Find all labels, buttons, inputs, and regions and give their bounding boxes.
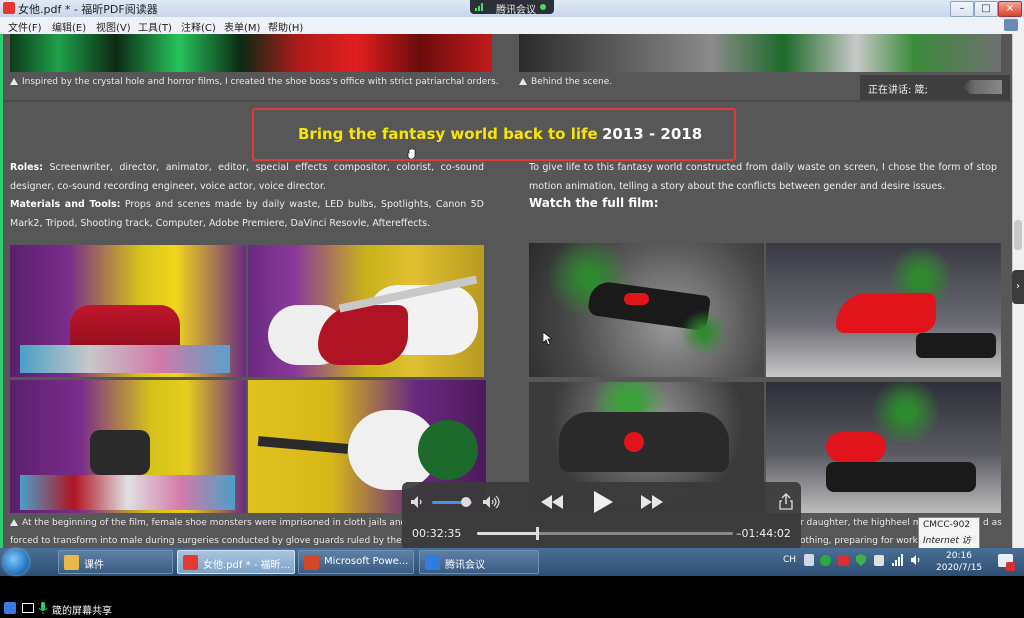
menu-tools[interactable]: 工具(T) [138, 19, 172, 34]
screen-share-label: 箴的屏幕共享 [52, 606, 112, 617]
highheel-photo-4 [766, 382, 1001, 513]
volume-knob[interactable] [461, 497, 471, 507]
highheel-photo-1 [529, 243, 764, 377]
minimize-button[interactable]: – [950, 1, 974, 17]
speaking-chevron-icon [962, 80, 1002, 94]
clock-time: 20:16 [946, 551, 972, 561]
network-signal-icon[interactable] [892, 554, 904, 566]
media-player-overlay: 00:32:35 –01:44:02 [402, 482, 801, 550]
cloth-jail-photo-2 [10, 380, 246, 513]
maximize-button[interactable]: □ [974, 1, 998, 17]
roles-text: Screenwriter, director, animator, editor… [10, 162, 485, 192]
keyboard-tray-icon[interactable] [804, 554, 814, 566]
device-tray-icon[interactable] [874, 555, 884, 566]
year-range: 2013 - 2018 [602, 125, 703, 143]
menu-help[interactable]: 帮助(H) [268, 19, 303, 34]
roles-label: Roles: [10, 162, 43, 173]
menu-view[interactable]: 视图(V) [96, 19, 131, 34]
bottom-right-caption-2: othing, preparing for work. [800, 536, 921, 546]
watch-film-label: Watch the full film: [529, 196, 659, 210]
ribbon-toggle-icon[interactable] [1004, 19, 1018, 31]
network-name: CMCC-902 [923, 520, 971, 530]
clock-date: 2020/7/15 [936, 563, 983, 573]
top-left-caption: Inspired by the crystal hole and horror … [10, 77, 499, 87]
screen-share-bar: 箴的屏幕共享 [0, 598, 1024, 618]
materials-label: Materials and Tools: [10, 199, 121, 210]
microphone-icon[interactable] [38, 601, 48, 615]
window-title: 女他.pdf * - 福昕PDF阅读器 [18, 3, 158, 16]
alert-tray-icon[interactable] [838, 555, 849, 566]
foxit-app-icon [3, 2, 15, 14]
meeting-status-bar[interactable]: 腾讯会议 [470, 0, 554, 16]
user-icon[interactable] [4, 602, 16, 614]
security-tray-icon[interactable] [820, 555, 831, 566]
speaking-label: 正在讲话: 箴; [868, 85, 928, 96]
elapsed-time: 00:32:35 [412, 527, 462, 540]
menu-comment[interactable]: 注释(C) [181, 19, 216, 34]
top-right-caption: Behind the scene. [519, 77, 612, 87]
foxit-icon [183, 555, 198, 570]
bottom-right-caption-1b: d as [983, 518, 1002, 528]
recording-dot-icon [540, 4, 546, 10]
signal-icon [475, 3, 485, 11]
bottom-left-caption-1: At the beginning of the film, female sho… [10, 518, 406, 528]
fast-forward-icon[interactable] [640, 494, 664, 510]
taskbar-item-powerpoint[interactable]: Microsoft Powe... [298, 550, 414, 574]
network-tooltip: CMCC-902 Internet 访问 [918, 517, 980, 559]
taskbar-item-tencent-meeting[interactable]: 腾讯会议 [419, 550, 539, 574]
cloth-jail-photo-1 [10, 245, 246, 377]
bottom-right-caption-1: r daughter, the highheel m [800, 518, 922, 528]
screen-share-border [0, 34, 3, 548]
menu-file[interactable]: 文件(F) [8, 19, 42, 34]
play-icon[interactable] [592, 490, 614, 514]
start-button[interactable] [3, 549, 29, 575]
description-paragraph: To give life to this fantasy world const… [529, 162, 997, 192]
meeting-label: 腾讯会议 [496, 5, 536, 16]
arrow-cursor-icon [543, 332, 553, 346]
menu-form[interactable]: 表单(M) [224, 19, 260, 34]
rewind-icon[interactable] [540, 494, 564, 510]
notification-icon[interactable] [996, 551, 1016, 573]
close-button[interactable]: × [998, 1, 1022, 17]
progress-knob[interactable] [536, 527, 539, 540]
powerpoint-icon [304, 555, 319, 570]
behind-scene-photo [519, 34, 1001, 72]
volume-high-icon[interactable] [482, 495, 502, 509]
volume-low-icon[interactable] [410, 495, 426, 509]
speaker-icon[interactable] [910, 554, 922, 566]
speaking-indicator: 正在讲话: 箴; [860, 75, 1010, 100]
menu-edit[interactable]: 编辑(E) [52, 19, 86, 34]
taskbar-item-foxit[interactable]: 女他.pdf * - 福昕... [177, 550, 295, 574]
highheel-photo-2 [766, 243, 1001, 377]
surgery-photo-1 [248, 245, 484, 377]
taskbar-item-courseware[interactable]: 课件 [58, 550, 173, 574]
hand-cursor-icon [407, 147, 416, 159]
tencent-meeting-icon [425, 555, 440, 570]
side-panel-toggle-icon[interactable]: › [1012, 270, 1024, 304]
office-scene-photo [10, 34, 492, 72]
screen-share-icon[interactable] [22, 603, 34, 613]
roles-paragraph: Roles: Screenwriter, director, animator,… [10, 159, 484, 196]
section-title: Bring the fantasy world back to life [298, 125, 598, 143]
remaining-time: –01:44:02 [736, 527, 791, 540]
share-icon[interactable] [779, 493, 793, 510]
taskbar-clock[interactable]: 20:16 2020/7/15 [936, 550, 982, 574]
menu-bar: 文件(F) 编辑(E) 视图(V) 工具(T) 注释(C) 表单(M) 帮助(H… [0, 17, 1024, 35]
page-divider [4, 100, 1012, 102]
bottom-left-caption-2: forced to transform into male during sur… [10, 536, 414, 546]
folder-icon [64, 555, 79, 570]
materials-paragraph: Materials and Tools: Props and scenes ma… [10, 196, 484, 233]
scrollbar-thumb[interactable] [1014, 220, 1022, 250]
language-indicator[interactable]: CH [783, 555, 796, 565]
progress-fill [477, 532, 538, 535]
